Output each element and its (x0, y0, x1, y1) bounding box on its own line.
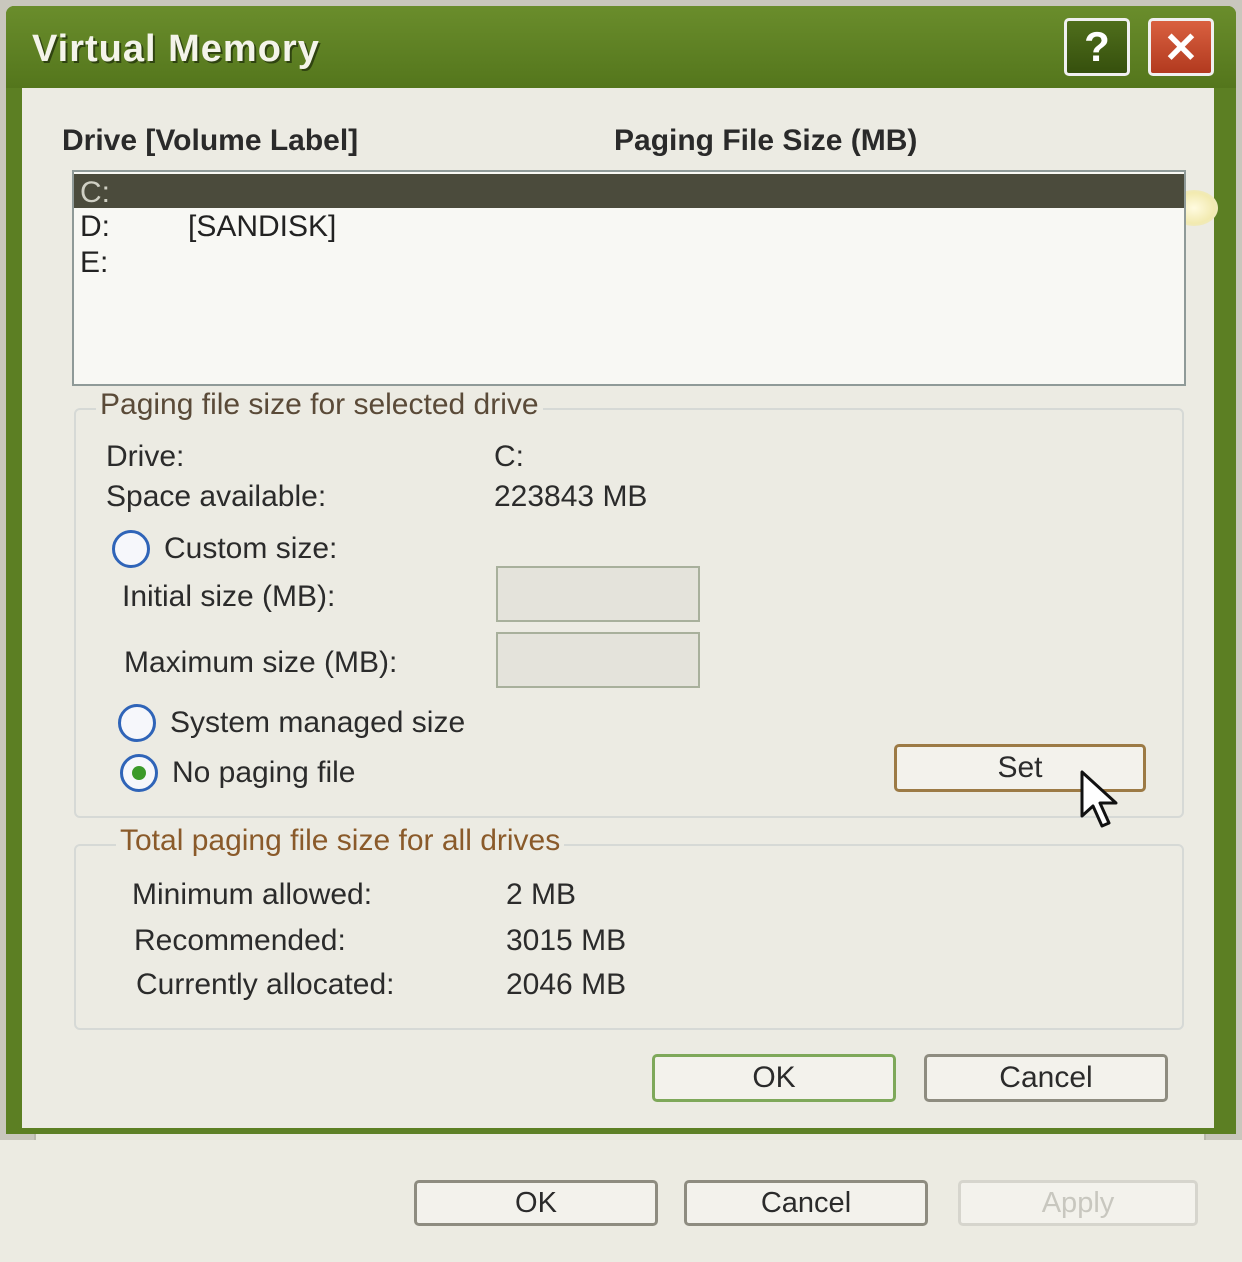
column-header-drive: Drive [Volume Label] (62, 124, 359, 157)
totals-group: Total paging file size for all drives Mi… (74, 824, 1184, 1030)
space-available-value: 223843 MB (494, 480, 648, 513)
drive-letter: C: (80, 176, 110, 209)
minimum-allowed-value: 2 MB (506, 878, 577, 911)
drive-letter: D: (80, 210, 110, 243)
system-managed-label: System managed size (170, 706, 466, 739)
drive-label: Drive: (106, 440, 185, 473)
system-managed-radio[interactable] (118, 704, 156, 742)
drive-letter: E: (80, 246, 109, 279)
initial-size-label: Initial size (MB): (122, 580, 336, 613)
maximum-size-input (496, 632, 700, 688)
currently-allocated-label: Currently allocated: (136, 968, 395, 1001)
ok-button[interactable]: OK (652, 1054, 896, 1102)
help-icon: ? (1084, 23, 1110, 70)
custom-size-label: Custom size: (164, 532, 338, 565)
drive-row-c[interactable]: C: (74, 174, 1184, 209)
no-paging-file-label: No paging file (172, 756, 356, 789)
volume-label: [SANDISK] (188, 210, 337, 243)
help-button[interactable]: ? (1064, 18, 1130, 76)
cancel-button[interactable]: Cancel (924, 1054, 1168, 1102)
selected-drive-group: Paging file size for selected drive Driv… (74, 388, 1184, 818)
parent-apply-button: Apply (958, 1180, 1198, 1226)
currently-allocated-value: 2046 MB (506, 968, 627, 1001)
column-header-paging-size: Paging File Size (MB) (614, 124, 918, 157)
drive-value: C: (494, 440, 524, 473)
custom-size-radio[interactable] (112, 530, 150, 568)
parent-button-bar: OK Cancel Apply (0, 1140, 1242, 1262)
initial-size-input (496, 566, 700, 622)
maximum-size-label: Maximum size (MB): (124, 646, 398, 679)
close-icon: ✕ (1163, 23, 1199, 71)
mouse-pointer-icon (1080, 770, 1118, 828)
space-available-label: Space available: (106, 480, 327, 513)
selected-drive-group-title: Paging file size for selected drive (96, 388, 543, 422)
recommended-value: 3015 MB (506, 924, 627, 957)
totals-group-title: Total paging file size for all drives (116, 824, 565, 858)
title-bar[interactable]: Virtual Memory ? ✕ (6, 6, 1236, 88)
close-button[interactable]: ✕ (1148, 18, 1214, 76)
drive-row-e[interactable]: E: (74, 244, 1184, 279)
no-paging-file-radio[interactable] (120, 754, 158, 792)
minimum-allowed-label: Minimum allowed: (132, 878, 373, 911)
drive-row-d[interactable]: D: [SANDISK] (74, 208, 1184, 243)
dialog-client-area: Drive [Volume Label] Paging File Size (M… (22, 88, 1218, 1128)
parent-ok-button[interactable]: OK (414, 1180, 658, 1226)
recommended-label: Recommended: (134, 924, 346, 957)
drive-list[interactable]: C: D: [SANDISK] E: (72, 170, 1186, 386)
virtual-memory-dialog: Virtual Memory ? ✕ Drive [Volume Label] … (6, 6, 1236, 1134)
parent-cancel-button[interactable]: Cancel (684, 1180, 928, 1226)
dialog-title: Virtual Memory (32, 28, 320, 70)
